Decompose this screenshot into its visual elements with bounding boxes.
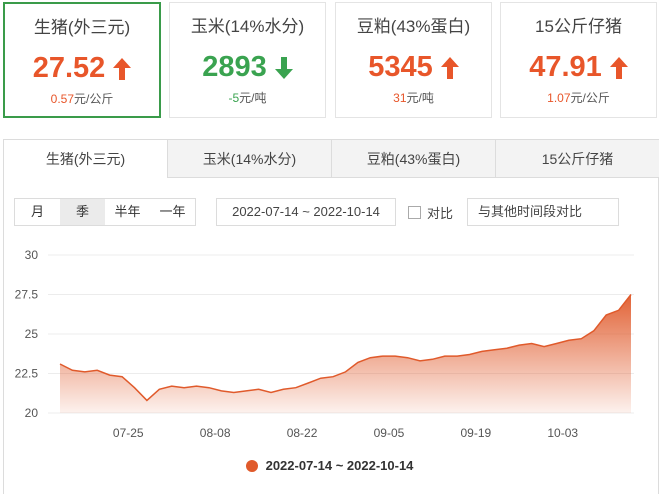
range-halfyear-button[interactable]: 半年 [105, 199, 150, 225]
price-value: 47.91 [529, 51, 602, 83]
arrow-up-icon [609, 56, 628, 79]
y-tick-label: 30 [25, 248, 39, 262]
card-title: 生猪(外三元) [33, 18, 131, 37]
x-tick-label: 09-05 [374, 426, 405, 440]
card-price: 5345 [336, 51, 491, 84]
card-change: 1.07元/公斤 [547, 91, 610, 105]
legend-marker [245, 459, 258, 472]
series-area [60, 294, 631, 413]
x-tick-label: 08-08 [200, 426, 231, 440]
card-change: -5元/吨 [228, 91, 267, 105]
card-change: 0.57元/公斤 [50, 92, 114, 106]
price-value: 27.52 [32, 52, 106, 84]
card-title: 玉米(14%水分) [190, 17, 305, 36]
card-title: 豆粕(43%蛋白) [356, 17, 471, 36]
y-tick-label: 22.5 [15, 367, 39, 381]
card-change: 31元/吨 [393, 91, 434, 105]
card-price: 2893 [170, 51, 325, 84]
arrow-up-icon [113, 57, 132, 80]
card-title: 15公斤仔猪 [535, 17, 622, 36]
tab-live-pig[interactable]: 生猪(外三元) [3, 140, 167, 179]
tab-corn[interactable]: 玉米(14%水分) [167, 140, 331, 177]
range-month-button[interactable]: 月 [15, 199, 60, 225]
card-soymeal[interactable]: 豆粕(43%蛋白) 5345 31元/吨 [335, 2, 492, 118]
price-value: 5345 [368, 51, 433, 83]
x-tick-label: 10-03 [547, 426, 578, 440]
category-tabs: 生猪(外三元) 玉米(14%水分) 豆粕(43%蛋白) 15公斤仔猪 [3, 139, 659, 179]
y-tick-label: 25 [25, 327, 39, 341]
range-year-button[interactable]: 一年 [150, 199, 195, 225]
x-tick-label: 07-25 [113, 426, 144, 440]
chart-legend[interactable]: 2022-07-14 ~ 2022-10-14 [0, 458, 659, 473]
compare-label: 对比 [427, 205, 454, 221]
card-piglet[interactable]: 15公斤仔猪 47.91 1.07元/公斤 [500, 2, 657, 118]
arrow-down-icon [274, 56, 293, 79]
tab-soymeal[interactable]: 豆粕(43%蛋白) [331, 140, 495, 177]
date-range-input[interactable]: 2022-07-14 ~ 2022-10-14 [216, 198, 396, 226]
card-live-pig[interactable]: 生猪(外三元) 27.52 0.57元/公斤 [3, 2, 161, 118]
compare-period-input[interactable]: 与其他时间段对比 [467, 198, 619, 226]
price-value: 2893 [202, 51, 267, 83]
legend-label: 2022-07-14 ~ 2022-10-14 [265, 458, 414, 473]
x-tick-label: 08-22 [287, 426, 318, 440]
range-selector: 月 季 半年 一年 [14, 198, 196, 226]
range-quarter-button[interactable]: 季 [60, 199, 105, 225]
card-price: 27.52 [5, 52, 159, 85]
card-price: 47.91 [501, 51, 656, 84]
card-corn[interactable]: 玉米(14%水分) 2893 -5元/吨 [169, 2, 326, 118]
price-cards: 生猪(外三元) 27.52 0.57元/公斤 玉米(14%水分) 2893 -5… [0, 0, 659, 120]
x-tick-label: 09-19 [460, 426, 491, 440]
arrow-up-icon [440, 56, 459, 79]
price-chart: 20 22.5 25 27.5 30 07-25 08-08 08-22 09-05 09-19 1… [15, 248, 634, 440]
y-tick-label: 20 [25, 406, 39, 420]
compare-checkbox[interactable] [408, 205, 421, 219]
y-tick-label: 27.5 [15, 288, 39, 302]
tab-piglet[interactable]: 15公斤仔猪 [495, 140, 659, 177]
compare-toggle[interactable]: 对比 [408, 198, 453, 226]
